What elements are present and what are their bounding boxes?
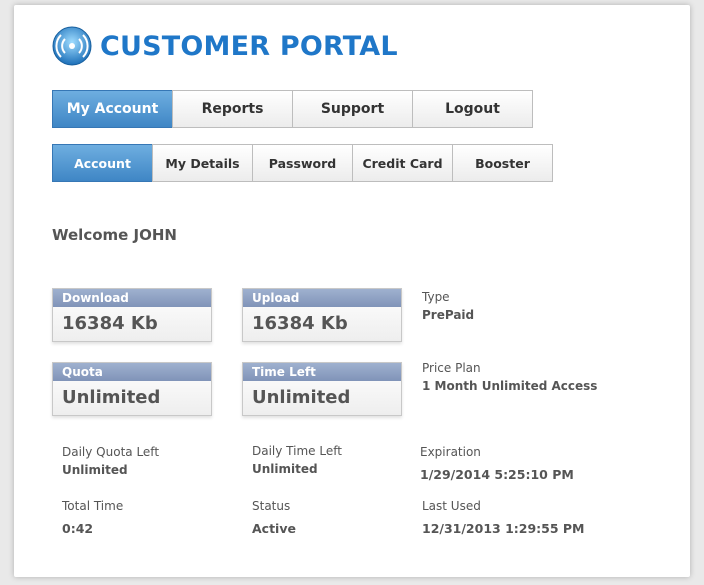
tab-credit-card[interactable]: Credit Card xyxy=(352,144,453,182)
logo: CUSTOMER PORTAL xyxy=(52,26,398,66)
sub-nav: Account My Details Password Credit Card … xyxy=(52,144,553,182)
status-value: Active xyxy=(252,521,296,536)
tab-password[interactable]: Password xyxy=(252,144,353,182)
upload-stat: Upload 16384 Kb xyxy=(242,288,402,342)
daily-quota-left-value: Unlimited xyxy=(62,463,128,477)
price-plan-value: 1 Month Unlimited Access xyxy=(422,379,598,393)
download-label: Download xyxy=(53,289,211,307)
type-label: Type xyxy=(422,290,450,304)
upload-value: 16384 Kb xyxy=(252,313,348,334)
daily-time-left-field: Daily Time Left Unlimited xyxy=(252,444,342,476)
daily-time-left-label: Daily Time Left xyxy=(252,444,342,458)
time-left-value: Unlimited xyxy=(252,387,351,408)
last-used-label: Last Used xyxy=(422,499,481,513)
expiration-field: Expiration 1/29/2014 5:25:10 PM xyxy=(420,445,574,482)
tab-logout[interactable]: Logout xyxy=(412,90,533,128)
tab-support[interactable]: Support xyxy=(292,90,413,128)
daily-quota-left-field: Daily Quota Left Unlimited xyxy=(62,445,159,477)
daily-time-left-value: Unlimited xyxy=(252,462,318,476)
total-time-field: Total Time 0:42 xyxy=(62,499,123,536)
last-used-field: Last Used 12/31/2013 1:29:55 PM xyxy=(422,499,585,536)
expiration-value: 1/29/2014 5:25:10 PM xyxy=(420,467,574,482)
download-stat: Download 16384 Kb xyxy=(52,288,212,342)
quota-stat: Quota Unlimited xyxy=(52,362,212,416)
type-field: Type PrePaid xyxy=(422,290,474,322)
tab-my-account[interactable]: My Account xyxy=(52,90,173,128)
status-field: Status Active xyxy=(252,499,296,536)
time-left-stat: Time Left Unlimited xyxy=(242,362,402,416)
price-plan-field: Price Plan 1 Month Unlimited Access xyxy=(422,361,597,393)
download-value: 16384 Kb xyxy=(62,313,158,334)
quota-value: Unlimited xyxy=(62,387,161,408)
type-value: PrePaid xyxy=(422,308,475,322)
total-time-label: Total Time xyxy=(62,499,124,513)
welcome-message: Welcome JOHN xyxy=(52,226,177,244)
total-time-value: 0:42 xyxy=(62,521,94,536)
last-used-value: 12/31/2013 1:29:55 PM xyxy=(422,521,585,536)
status-label: Status xyxy=(252,499,291,513)
main-nav: My Account Reports Support Logout xyxy=(52,90,533,128)
tab-reports[interactable]: Reports xyxy=(172,90,293,128)
daily-quota-left-label: Daily Quota Left xyxy=(62,445,160,459)
upload-label: Upload xyxy=(243,289,401,307)
time-left-label: Time Left xyxy=(243,363,401,381)
price-plan-label: Price Plan xyxy=(422,361,481,375)
tab-booster[interactable]: Booster xyxy=(452,144,553,182)
app-title: CUSTOMER PORTAL xyxy=(100,30,398,62)
expiration-label: Expiration xyxy=(420,445,481,459)
tab-account[interactable]: Account xyxy=(52,144,153,182)
broadcast-signal-icon xyxy=(52,26,92,66)
quota-label: Quota xyxy=(53,363,211,381)
tab-my-details[interactable]: My Details xyxy=(152,144,253,182)
